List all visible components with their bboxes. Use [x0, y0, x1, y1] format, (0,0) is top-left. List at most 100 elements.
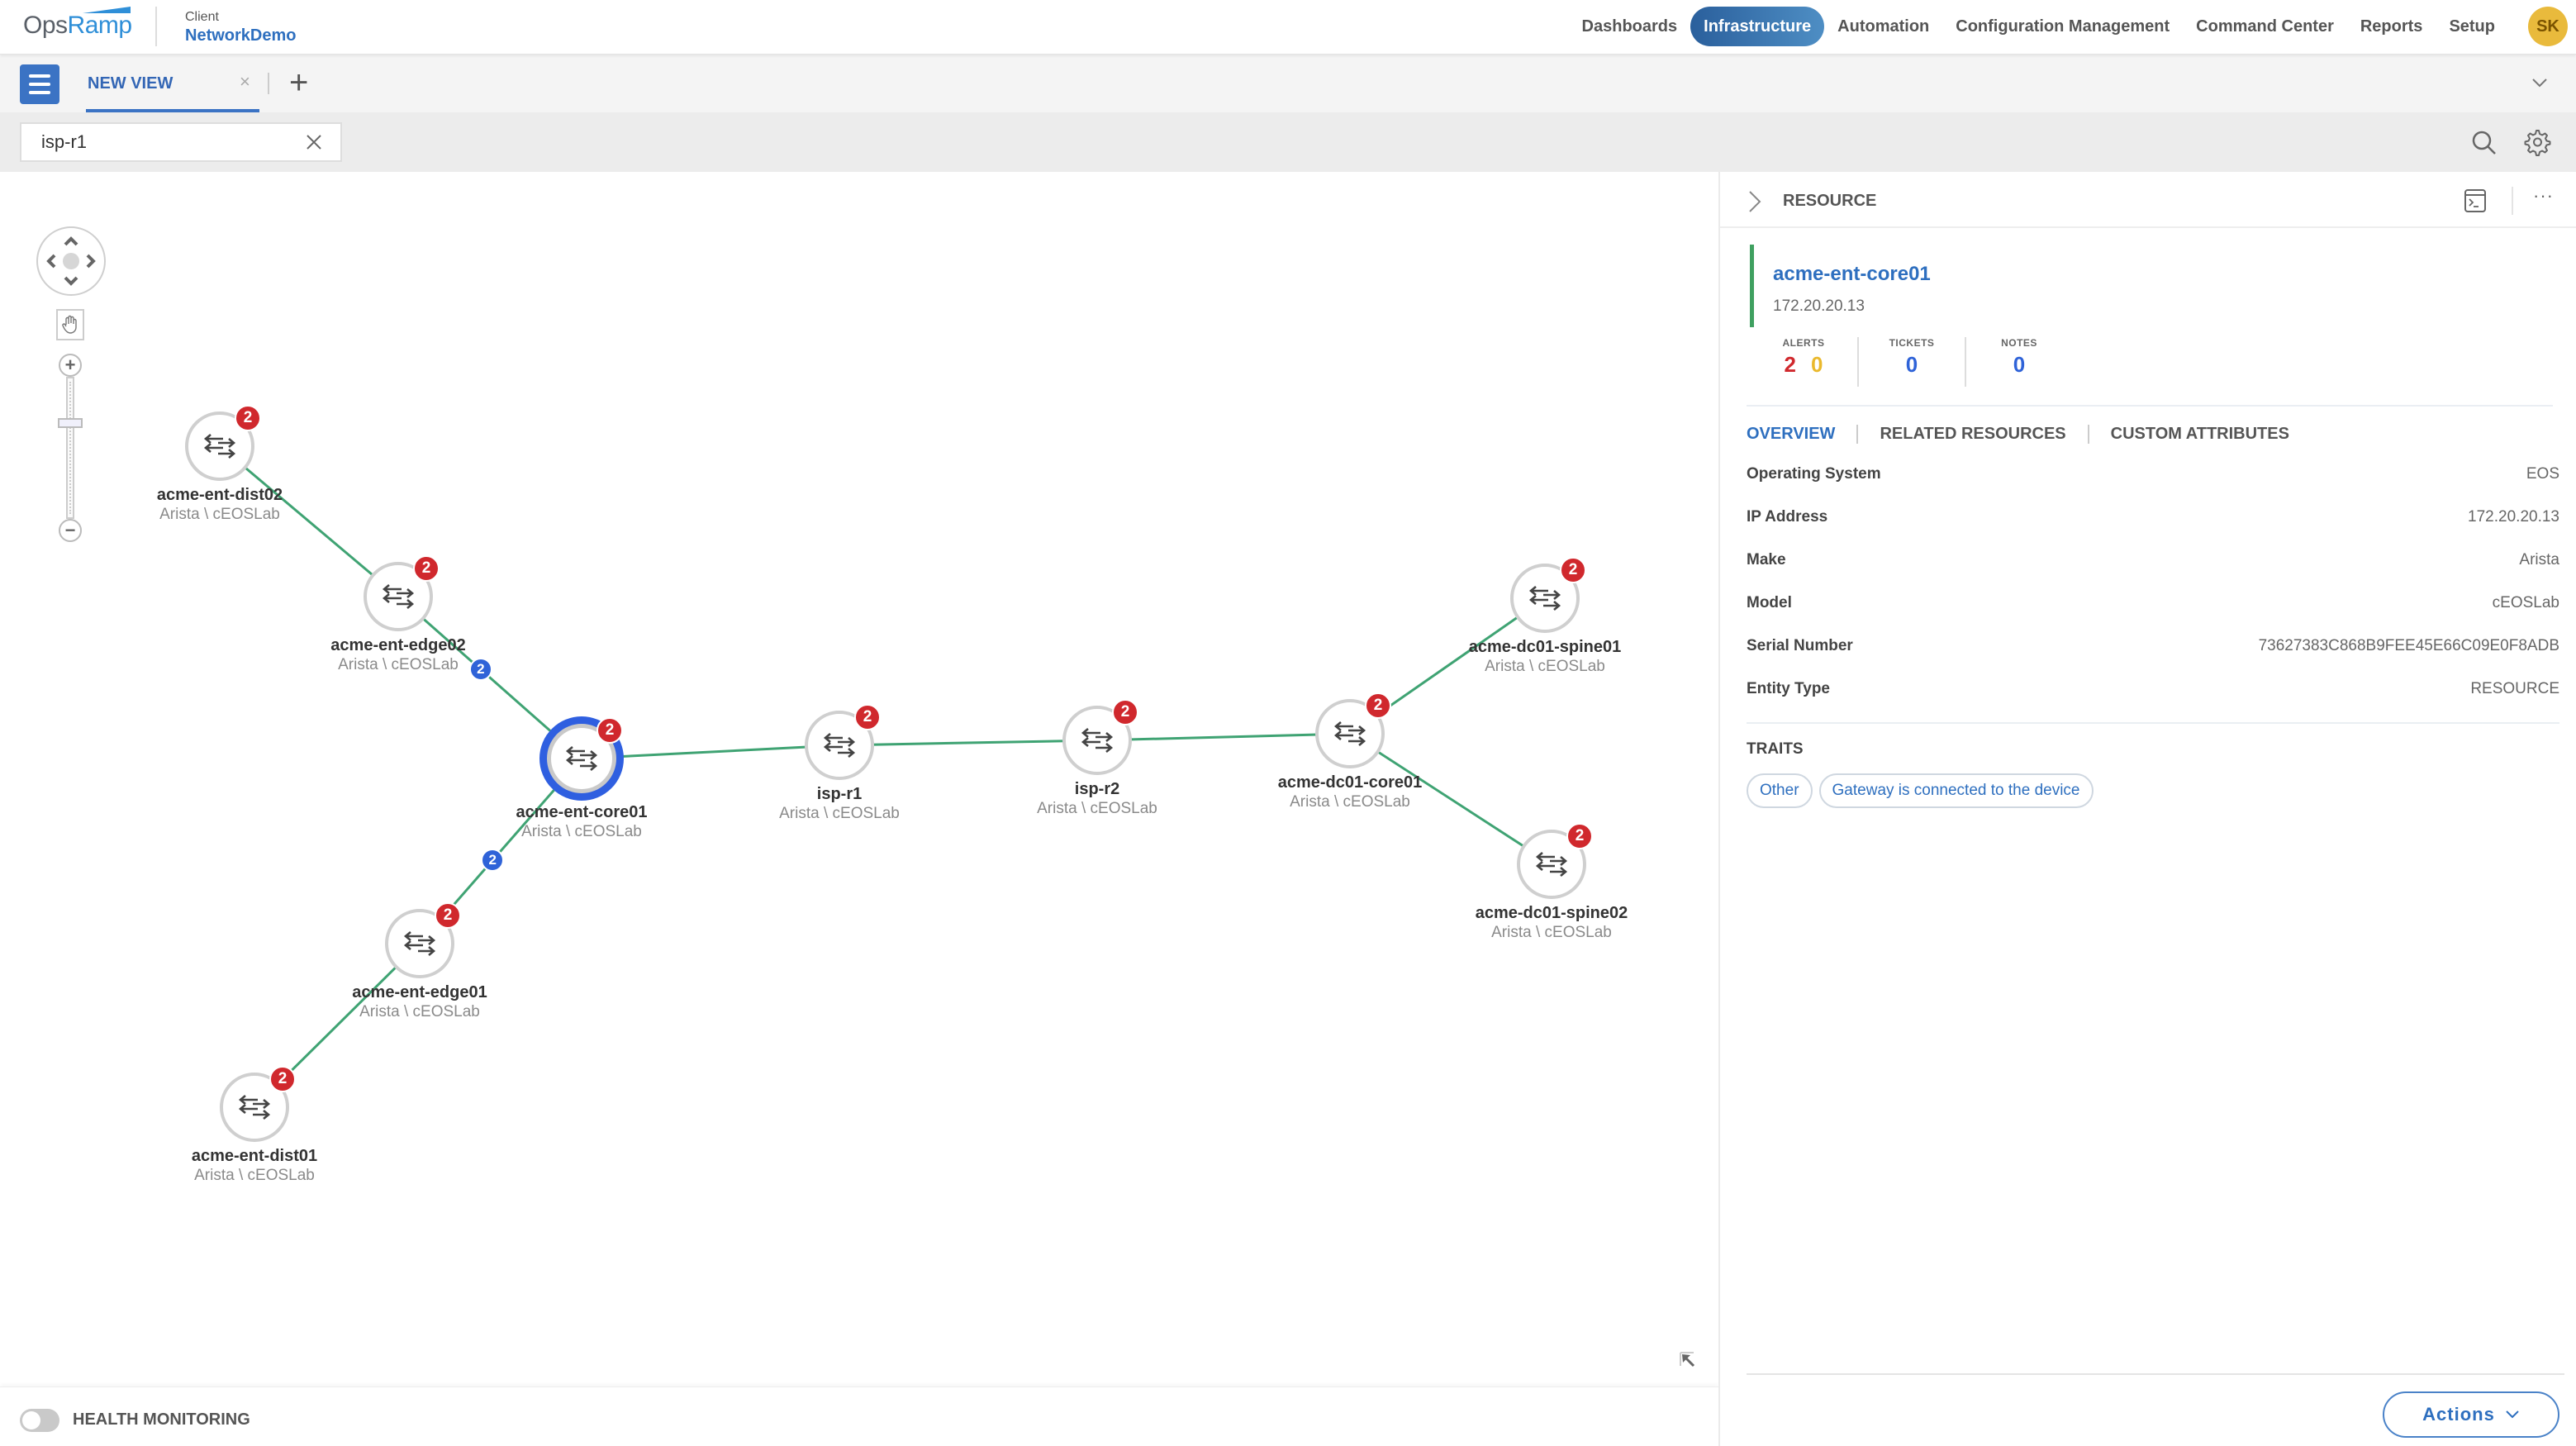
property-row: Make Arista: [1747, 539, 2559, 582]
alerts-stat[interactable]: ALERTS 2 0: [1750, 337, 1857, 387]
link-ispr2-dccore[interactable]: [1096, 732, 1351, 742]
node-vendor-model: Arista \ cEOSLab: [1290, 793, 1410, 811]
pan-down-icon[interactable]: [61, 271, 81, 291]
pan-center-button[interactable]: [63, 253, 79, 269]
tab-overview[interactable]: OVERVIEW: [1747, 425, 1856, 444]
pan-up-icon[interactable]: [61, 231, 81, 251]
top-header: OpsRamp Client NetworkDemo Dashboards In…: [0, 0, 2576, 55]
terminal-console-icon[interactable]: [2464, 188, 2487, 213]
divider: [1747, 722, 2559, 724]
tab-label: NEW VIEW: [88, 74, 173, 93]
node-alert-badge[interactable]: 2: [1365, 692, 1391, 719]
switch-arrows-icon: [203, 434, 236, 459]
node-alert-badge[interactable]: 2: [854, 704, 881, 730]
node-alert-badge[interactable]: 2: [269, 1066, 296, 1092]
tab-related-resources[interactable]: RELATED RESOURCES: [1856, 424, 2087, 444]
switch-arrows-icon: [1333, 721, 1366, 746]
node-alert-badge[interactable]: 2: [1112, 699, 1138, 725]
node-alert-badge[interactable]: 2: [413, 555, 440, 582]
nav-infrastructure[interactable]: Infrastructure: [1690, 7, 1825, 46]
gear-icon[interactable]: [2521, 127, 2551, 157]
zoom-out-button[interactable]: −: [59, 519, 82, 542]
tickets-label: TICKETS: [1889, 337, 1935, 349]
add-tab-button[interactable]: +: [289, 64, 308, 101]
resource-search-input[interactable]: [20, 122, 342, 162]
pan-right-icon[interactable]: [81, 251, 101, 271]
node-alert-badge[interactable]: 2: [435, 902, 461, 929]
property-row: Serial Number 73627383C868B9FEE45E66C09E0…: [1747, 625, 2559, 668]
overview-properties: Operating System EOS IP Address 172.20.20.…: [1747, 453, 2559, 808]
user-avatar[interactable]: SK: [2528, 7, 2568, 46]
link-edge02-core01[interactable]: [397, 595, 582, 760]
link-alert-badge[interactable]: 2: [468, 658, 492, 682]
zoom-in-button[interactable]: +: [59, 354, 82, 377]
property-row: Model cEOSLab: [1747, 582, 2559, 625]
nav-reports[interactable]: Reports: [2347, 7, 2436, 46]
hamburger-menu-button[interactable]: [20, 64, 59, 104]
property-key: Operating System: [1747, 465, 1881, 483]
resource-name-link[interactable]: acme-ent-core01: [1773, 263, 1931, 286]
critical-alerts-count[interactable]: 2: [1785, 352, 1796, 378]
property-value: Arista: [2519, 551, 2559, 568]
zoom-slider-track[interactable]: [66, 377, 74, 519]
tab-close-icon[interactable]: ×: [240, 71, 250, 93]
tickets-stat[interactable]: TICKETS 0: [1857, 337, 1965, 387]
node-name: acme-ent-dist02: [156, 486, 283, 504]
pan-mode-button[interactable]: [56, 309, 84, 340]
node-name: isp-r1: [816, 785, 863, 803]
resource-panel: RESOURCE ··· acme-ent-core01 172.20.20.1…: [1718, 172, 2576, 1446]
trait-chip[interactable]: Gateway is connected to the device: [1818, 773, 2094, 808]
node-alert-badge[interactable]: 2: [596, 717, 623, 744]
main-nav: Dashboards Infrastructure Automation Con…: [1569, 6, 2568, 47]
link-ispr1-ispr2[interactable]: [839, 739, 1098, 747]
hamburger-icon-line: [29, 74, 50, 78]
opsramp-logo[interactable]: OpsRamp: [23, 12, 132, 45]
property-key: Serial Number: [1747, 637, 1853, 654]
node-vendor-model: Arista \ cEOSLab: [1491, 924, 1612, 941]
switch-arrows-icon: [823, 733, 856, 758]
panel-tabs: OVERVIEW RELATED RESOURCES CUSTOM ATTRIB…: [1747, 413, 2311, 454]
actions-dropdown-button[interactable]: Actions: [2383, 1391, 2559, 1438]
chevron-down-icon[interactable]: [2528, 71, 2551, 94]
tab-custom-attributes[interactable]: CUSTOM ATTRIBUTES: [2087, 424, 2311, 444]
node-alert-badge[interactable]: 2: [235, 405, 261, 431]
notes-stat[interactable]: NOTES 0: [1965, 337, 2072, 387]
hand-icon: [62, 315, 77, 334]
more-options-button[interactable]: ···: [2533, 185, 2554, 207]
node-name: acme-dc01-core01: [1277, 773, 1423, 792]
property-key: IP Address: [1747, 508, 1828, 526]
search-toolbar: [0, 112, 2576, 172]
property-key: Entity Type: [1747, 680, 1830, 697]
property-key: Model: [1747, 594, 1792, 611]
property-value: 172.20.20.13: [2468, 508, 2559, 526]
nav-setup[interactable]: Setup: [2436, 7, 2508, 46]
chevron-right-icon[interactable]: [1747, 190, 1763, 213]
nav-command-center[interactable]: Command Center: [2183, 7, 2347, 46]
collapse-arrow-icon[interactable]: [1677, 1349, 1699, 1371]
tab-new-view[interactable]: NEW VIEW ×: [86, 55, 259, 112]
property-value: EOS: [2526, 465, 2559, 483]
node-alert-badge[interactable]: 2: [1566, 823, 1593, 849]
health-monitoring-toggle[interactable]: [20, 1409, 59, 1432]
pan-left-icon[interactable]: [41, 251, 61, 271]
hamburger-icon-line: [29, 83, 50, 86]
panel-header: RESOURCE ···: [1720, 172, 2576, 228]
nav-configuration-management[interactable]: Configuration Management: [1942, 7, 2183, 46]
search-icon[interactable]: [2470, 129, 2498, 157]
nav-dashboards[interactable]: Dashboards: [1569, 7, 1691, 46]
clear-search-icon[interactable]: [302, 131, 326, 154]
view-tab-bar: NEW VIEW × +: [0, 55, 2576, 112]
divider: [1747, 405, 2553, 407]
trait-chip[interactable]: Other: [1747, 773, 1813, 808]
warning-alerts-count[interactable]: 0: [1811, 352, 1823, 378]
nav-automation[interactable]: Automation: [1824, 7, 1942, 46]
switch-arrows-icon: [565, 746, 598, 771]
health-monitoring-label: HEALTH MONITORING: [73, 1410, 250, 1429]
link-core01-ispr1[interactable]: [581, 744, 840, 760]
node-vendor-model: Arista \ cEOSLab: [1485, 658, 1605, 675]
node-alert-badge[interactable]: 2: [1560, 557, 1586, 583]
zoom-slider-handle[interactable]: [58, 418, 83, 428]
topology-map-canvas[interactable]: + − 2 acme-ent-dist02 Arista \ cEOSLab 2 acm…: [0, 172, 1718, 1387]
node-name: acme-ent-dist01: [191, 1147, 318, 1165]
client-switcher[interactable]: Client NetworkDemo: [185, 10, 296, 45]
